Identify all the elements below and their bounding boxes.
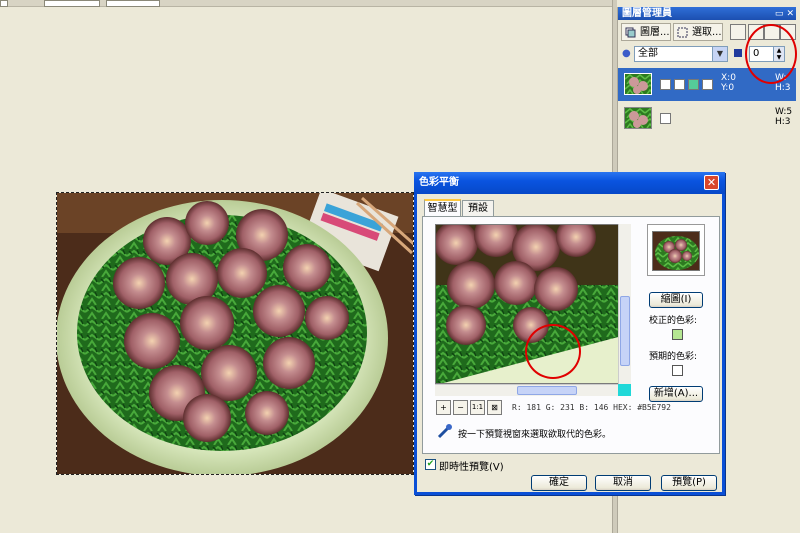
zoom-in-icon[interactable]: + [436,400,451,415]
scroll-thumb[interactable] [517,386,577,395]
visibility-eye-icon[interactable] [660,113,671,124]
layer-manager-title: 圖層管理員 [622,8,672,19]
preview-vertical-scrollbar[interactable] [618,224,631,384]
scroll-corner [618,384,631,396]
ok-button[interactable]: 確定 [531,475,587,491]
layer-manager-titlebar[interactable]: 圖層管理員 ▭ ✕ [618,7,796,20]
scroll-thumb[interactable] [620,296,630,366]
zoom-out-icon[interactable]: − [453,400,468,415]
dialog-titlebar[interactable]: 色彩平衡 [414,172,725,194]
layer-icon [625,27,636,38]
cancel-button[interactable]: 取消 [595,475,651,491]
preview-horizontal-scrollbar[interactable] [435,384,618,396]
top-toolbar [0,0,612,7]
expected-color-label: 預期的色彩: [649,352,698,362]
canvas-image[interactable] [56,192,414,475]
dialog-title: 色彩平衡 [419,177,459,188]
tab-smart[interactable]: 智慧型 [424,199,461,216]
layer-filter-dropdown[interactable]: 全部 ▼ [634,46,728,62]
color-balance-dialog: 色彩平衡 ✕ 智慧型 預設 + − 1:1 ⊠ R: 181 G: 231 B:… [414,172,725,495]
blend-color-icon [734,49,742,57]
layer-y: Y:0 [721,83,735,93]
layer-filter-value: 全部 [638,48,658,59]
original-thumbnail [647,224,705,276]
layer-h: H:3 [775,83,791,93]
layer-thumbnail [624,107,652,129]
layer-x: X:0 [721,73,736,83]
visibility-eye-icon[interactable] [660,79,671,90]
layer-h: H:3 [775,117,791,127]
annotation-circle [525,324,581,379]
live-preview-checkbox[interactable]: ✔ [425,459,436,470]
edit-icon[interactable] [702,79,713,90]
select-button[interactable]: 選取... [673,23,723,41]
panel-window-buttons[interactable]: ▭ ✕ [775,8,794,21]
annotation-circle [745,24,797,84]
toolbar-field[interactable] [44,0,100,7]
preview-button[interactable]: 預覽(P) [661,475,717,491]
layer-row[interactable]: W:5 H:3 [618,102,796,135]
mask-icon[interactable] [688,79,699,90]
expected-color-swatch[interactable] [672,365,683,376]
layer-thumbnail [624,73,652,95]
reset-button[interactable]: 縮圖(I) [649,292,703,308]
color-readout: R: 181 G: 231 B: 146 HEX: #B5E792 [512,403,671,412]
lock-icon[interactable] [674,79,685,90]
add-button[interactable]: 新增(A)... [649,386,703,402]
hint-text: 按一下預覽視窗來選取欲取代的色彩。 [458,430,612,440]
tab-preset[interactable]: 預設 [462,200,494,216]
eyedropper-icon[interactable] [436,422,454,440]
zoom-layer-icon[interactable] [730,24,746,40]
corrected-color-swatch[interactable] [672,329,683,340]
layer-button-label: 圖層... [640,27,670,38]
toolbar-field[interactable] [0,0,8,7]
chevron-down-icon[interactable]: ▼ [712,47,727,61]
food-photo [57,193,413,474]
fit-window-icon[interactable]: ⊠ [487,400,502,415]
selection-icon [677,27,688,38]
filter-icon: ● [622,48,631,59]
actual-size-icon[interactable]: 1:1 [470,400,485,415]
toolbar-field[interactable] [106,0,160,7]
select-button-label: 選取... [692,27,722,38]
layer-w: W:5 [775,107,793,117]
live-preview-label: 即時性預覽(V) [439,462,504,473]
close-icon[interactable]: ✕ [704,175,719,190]
layer-button[interactable]: 圖層... [621,23,671,41]
corrected-color-label: 校正的色彩: [649,316,698,326]
